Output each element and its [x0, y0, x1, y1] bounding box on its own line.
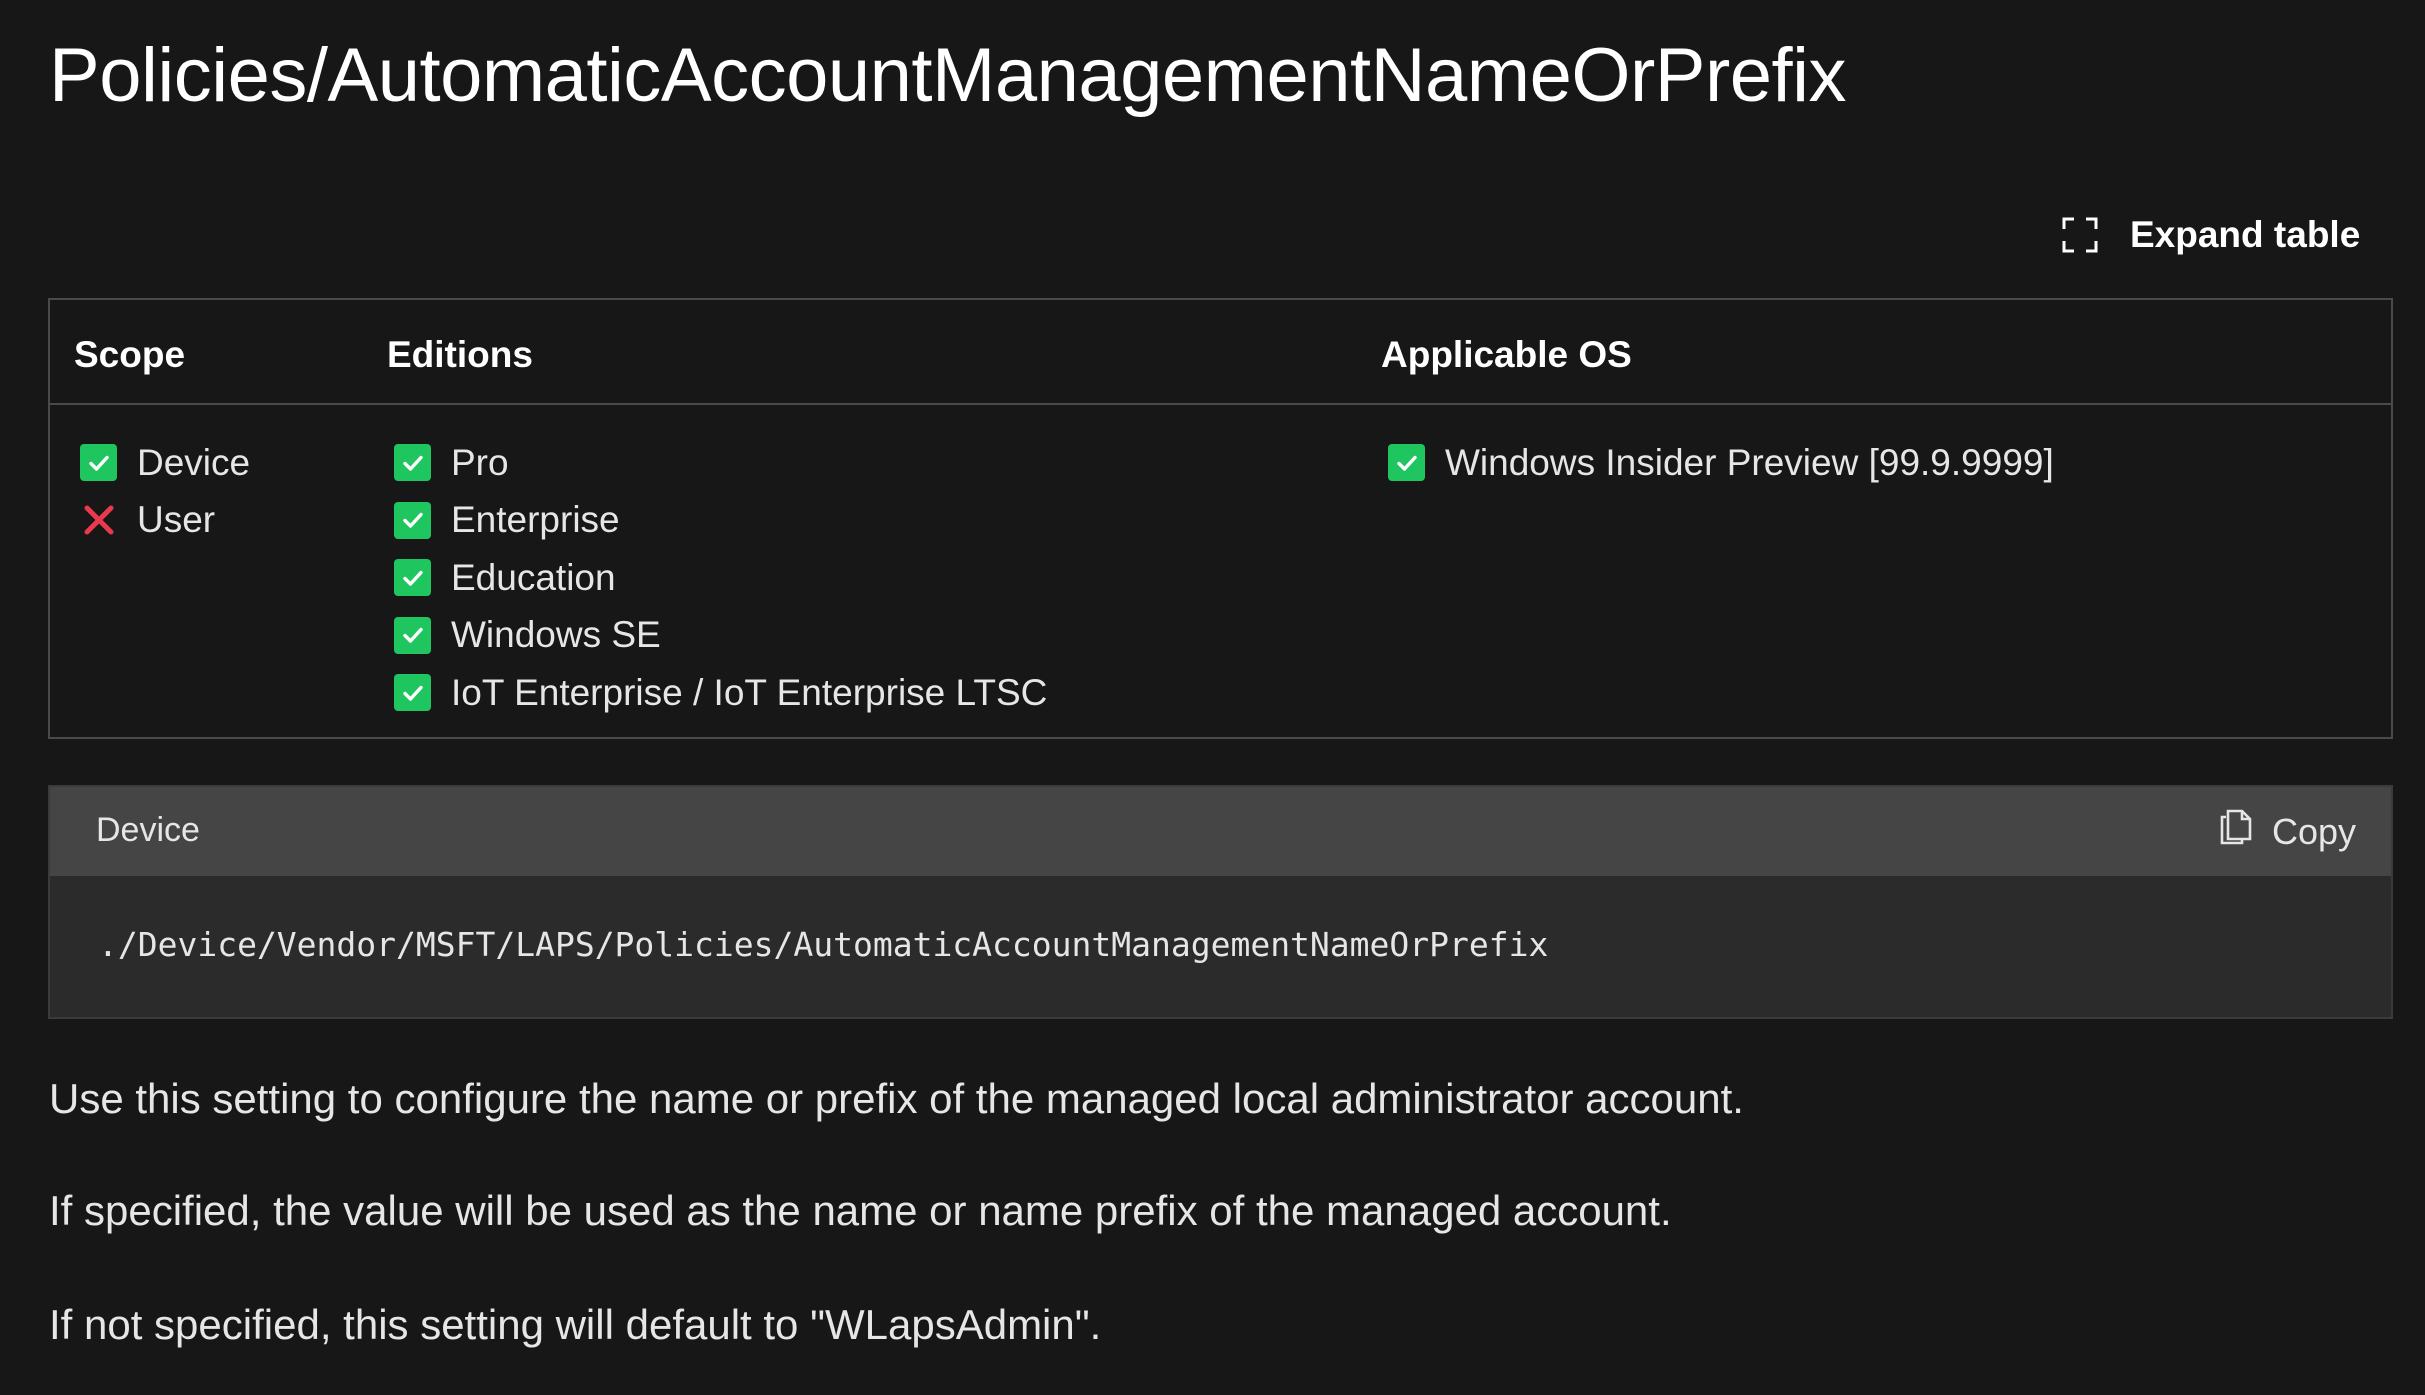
list-item: Device — [80, 434, 250, 492]
applicable-os-column: Windows Insider Preview [99.9.9999] — [1388, 434, 2054, 492]
header-applicable-os: Applicable OS — [1381, 334, 1632, 375]
page-title: Policies/AutomaticAccountManagementNameO… — [49, 33, 1847, 118]
scope-column: Device User — [80, 434, 250, 549]
check-icon — [394, 501, 431, 539]
check-icon — [394, 616, 431, 654]
check-icon — [1388, 444, 1425, 482]
check-icon — [394, 674, 431, 712]
list-item-label: IoT Enterprise / IoT Enterprise LTSC — [451, 671, 1048, 713]
editions-column: Pro Enterprise Education Windows SE IoT Ente… — [394, 434, 1047, 722]
list-item-label: Windows Insider Preview [99.9.9999] — [1445, 441, 2054, 483]
description-paragraph-3: If not specified, this setting will defa… — [49, 1301, 1102, 1348]
copy-label: Copy — [2272, 810, 2357, 852]
description-paragraph-2: If specified, the value will be used as … — [49, 1187, 1672, 1234]
list-item-label: Windows SE — [451, 614, 661, 656]
list-item: Windows Insider Preview [99.9.9999] — [1388, 434, 2054, 492]
code-header: Device Copy — [50, 787, 2391, 876]
copy-icon — [2220, 809, 2254, 854]
list-item: User — [80, 492, 250, 550]
check-icon — [394, 444, 431, 482]
code-language-label: Device — [96, 811, 200, 849]
list-item: IoT Enterprise / IoT Enterprise LTSC — [394, 664, 1047, 722]
expand-icon — [2062, 217, 2098, 253]
expand-table-button[interactable]: Expand table — [2062, 213, 2360, 257]
list-item-label: Enterprise — [451, 499, 620, 541]
code-text[interactable]: ./Device/Vendor/MSFT/LAPS/Policies/Autom… — [98, 925, 1548, 964]
cross-icon — [80, 502, 117, 539]
list-item: Enterprise — [394, 492, 1047, 550]
description-paragraph-1: Use this setting to configure the name o… — [49, 1075, 1744, 1122]
list-item-label: Device — [137, 441, 251, 483]
list-item-label: Pro — [451, 441, 509, 483]
list-item: Pro — [394, 434, 1047, 492]
header-scope: Scope — [74, 334, 186, 375]
list-item-label: Education — [451, 556, 616, 598]
list-item-label: User — [137, 499, 216, 541]
page: Policies/AutomaticAccountManagementNameO… — [0, 0, 2425, 1395]
expand-table-label: Expand table — [2130, 214, 2361, 255]
applicability-table: Scope Editions Applicable OS Device User … — [48, 298, 2393, 739]
list-item: Windows SE — [394, 607, 1047, 665]
check-icon — [394, 559, 431, 597]
table-header: Scope Editions Applicable OS — [50, 300, 2391, 405]
check-icon — [80, 444, 117, 482]
code-block: Device Copy ./Device/Vendor/MSFT/LAPS/Po… — [48, 785, 2393, 1019]
list-item: Education — [394, 549, 1047, 607]
header-editions: Editions — [387, 334, 533, 375]
copy-button[interactable]: Copy — [2220, 809, 2356, 854]
